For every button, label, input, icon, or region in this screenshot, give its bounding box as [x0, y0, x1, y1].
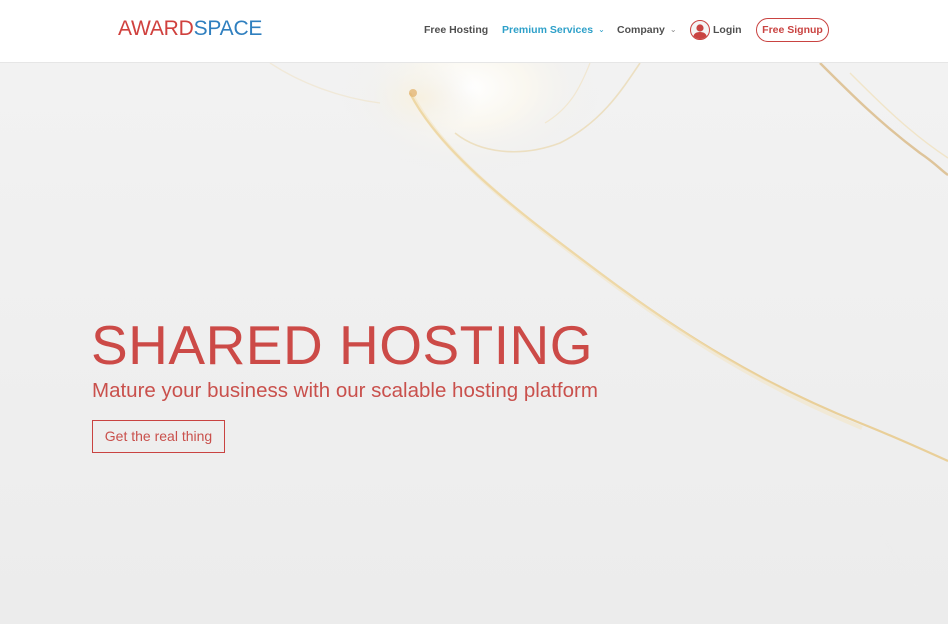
nav-premium-services-label: Premium Services: [502, 24, 594, 36]
chevron-down-icon: ⌄: [669, 25, 677, 34]
nav-company[interactable]: Company ⌄: [617, 24, 677, 36]
hero-title: SHARED HOSTING: [91, 314, 594, 376]
user-avatar-icon[interactable]: [690, 20, 710, 40]
site-logo[interactable]: AWARDSPACE: [118, 16, 262, 42]
page: AWARDSPACE Free Hosting Premium Services…: [0, 0, 948, 624]
cta-label: Get the real thing: [104, 428, 213, 444]
logo-space-text: SPACE: [193, 17, 263, 40]
hero-section: SHARED HOSTING Mature your business with…: [0, 63, 948, 624]
hero-subtitle: Mature your business with our scalable h…: [92, 379, 598, 402]
nav-login[interactable]: Login: [713, 24, 742, 36]
logo-award-text: AWARD: [118, 17, 194, 40]
free-signup-label: Free Signup: [762, 24, 823, 36]
nav-login-label: Login: [713, 24, 742, 36]
nav-free-hosting[interactable]: Free Hosting: [424, 24, 488, 36]
nav-premium-services[interactable]: Premium Services ⌄: [502, 24, 605, 36]
nav-company-label: Company: [617, 24, 665, 36]
get-the-real-thing-button[interactable]: Get the real thing: [92, 420, 225, 453]
nav-free-hosting-label: Free Hosting: [424, 24, 489, 36]
free-signup-button[interactable]: Free Signup: [756, 18, 829, 42]
chevron-down-icon: ⌄: [598, 25, 605, 34]
site-header: AWARDSPACE Free Hosting Premium Services…: [0, 0, 948, 63]
